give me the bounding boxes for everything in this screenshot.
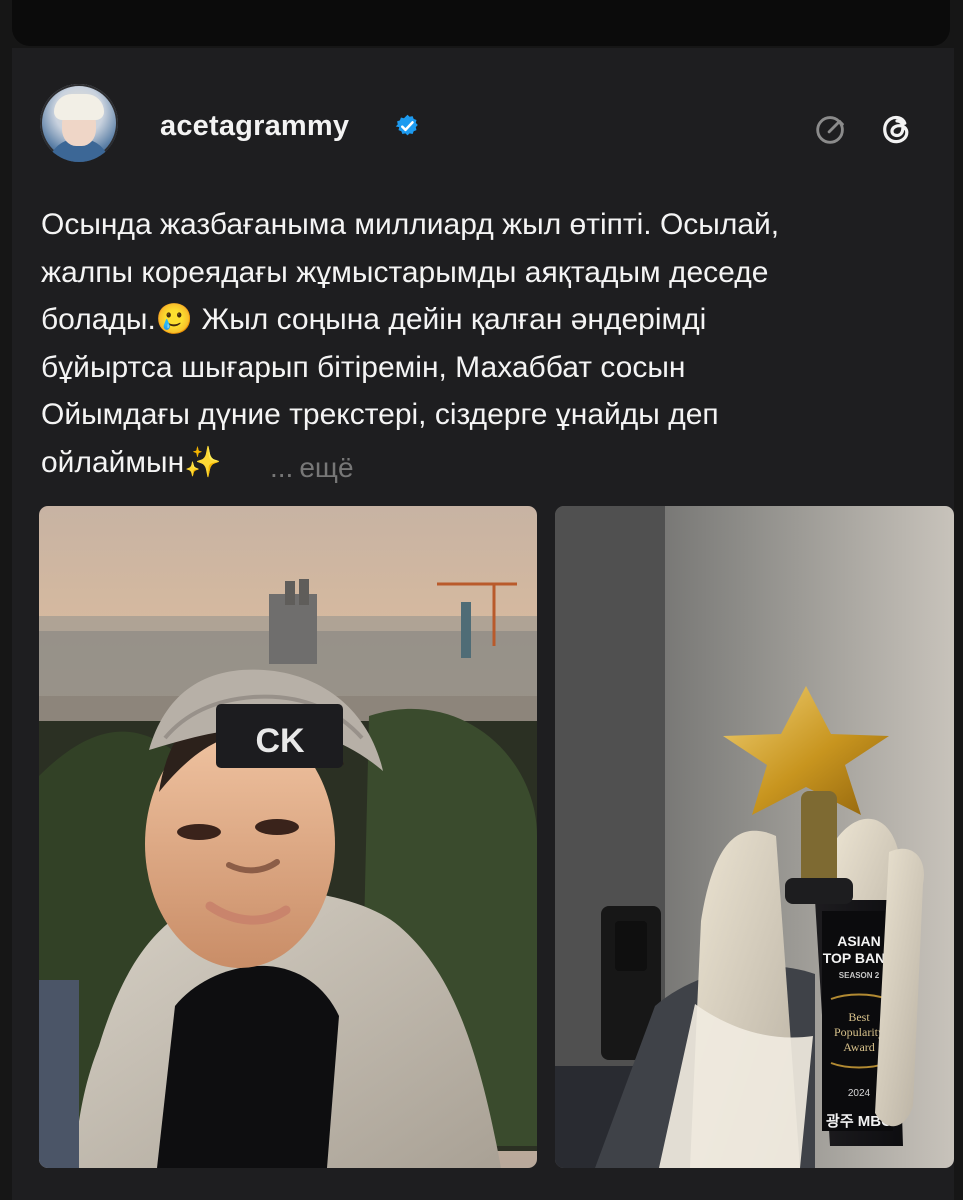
award-photo[interactable]: ASIAN TOP BAND SEASON 2 Best Popularity … [555,506,954,1168]
award-line-award: Award [843,1040,875,1054]
screen: acetagrammy Осында жазбағаныма миллиард … [0,0,963,1200]
avatar[interactable] [40,84,118,162]
verified-badge-icon [395,114,418,136]
award-line-popularity: Popularity [834,1025,884,1039]
more-ellipsis: ... [270,452,294,483]
post-text: Осында жазбағаныма миллиард жыл өтіпті. … [41,208,780,479]
more-label: ещё [299,452,354,483]
post-card: acetagrammy Осында жазбағаныма миллиард … [12,48,954,1200]
award-line-season: SEASON 2 [839,971,880,980]
cap-logo-text: CK [255,722,305,760]
image-carousel[interactable]: CK ASIAN TOP BAND SEASON 2 Best Populari… [39,506,954,1168]
username[interactable]: acetagrammy [160,110,349,143]
more-link[interactable]: ... ещё [270,444,354,492]
award-line-asian: ASIAN [837,933,881,949]
top-strip [12,0,950,46]
selfie-photo[interactable]: CK [39,506,537,1168]
award-line-best: Best [848,1010,870,1024]
compose-icon[interactable] [812,110,850,148]
post-header: acetagrammy [38,82,928,166]
threads-icon[interactable] [874,108,918,152]
avatar-hair [54,94,104,120]
award-line-year: 2024 [848,1088,871,1099]
